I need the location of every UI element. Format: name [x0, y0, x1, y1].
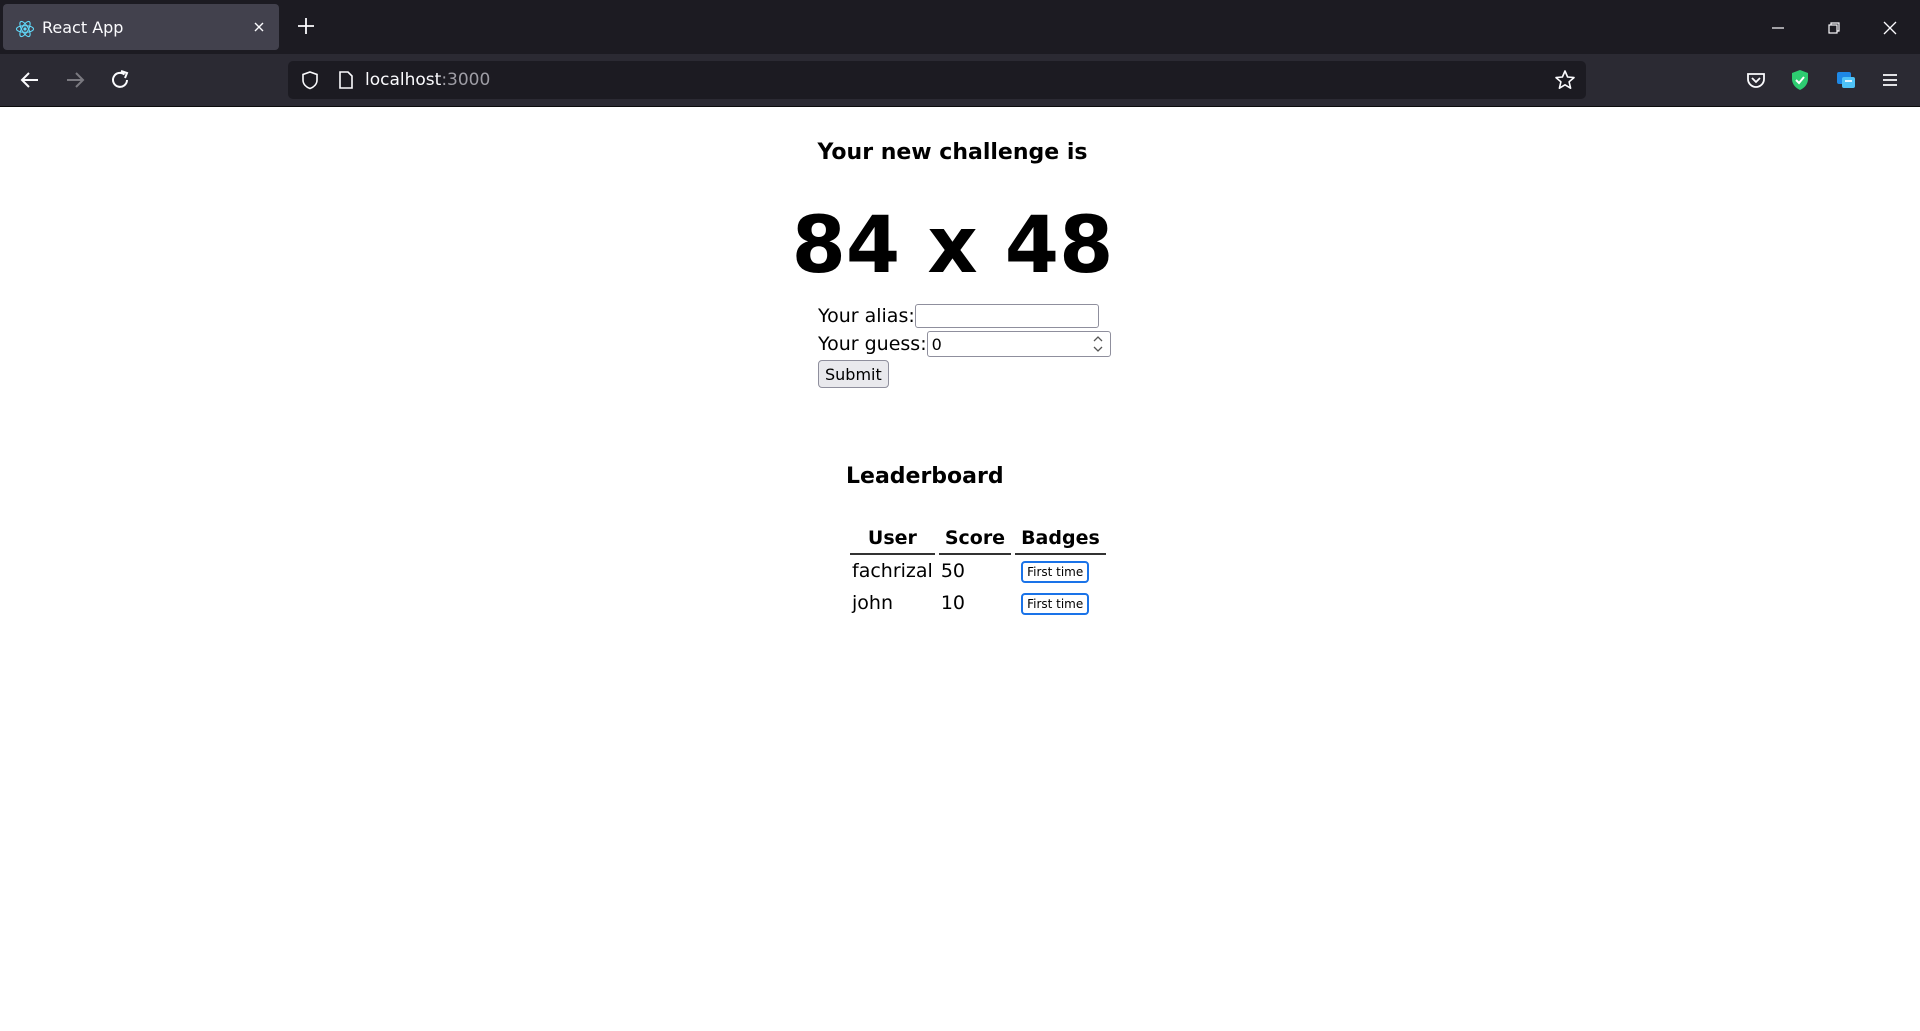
guess-form: Your alias: Your guess: Submit: [818, 302, 1111, 388]
column-header-badges: Badges: [1015, 519, 1106, 555]
plus-icon[interactable]: [294, 14, 318, 38]
badge: First time: [1021, 561, 1090, 583]
score-cell: 10: [940, 592, 965, 614]
badges-cell: First time: [1015, 555, 1106, 587]
restore-icon[interactable]: [1822, 16, 1846, 40]
badges-cell: First time: [1015, 587, 1106, 619]
page-icon[interactable]: [336, 70, 356, 90]
leaderboard-table: User Score Badges fachrizal 50 First tim…: [846, 519, 1110, 619]
table-row: fachrizal 50 First time: [850, 555, 1106, 587]
browser-tab-bar: React App: [0, 0, 1920, 54]
close-window-icon[interactable]: [1878, 16, 1902, 40]
user-cell: john: [852, 592, 893, 614]
tab-react-app[interactable]: React App: [3, 4, 279, 50]
react-icon: [15, 20, 35, 38]
submit-button[interactable]: Submit: [818, 360, 889, 388]
table-header-row: User Score Badges: [850, 519, 1106, 555]
tab-title: React App: [42, 18, 124, 37]
challenge-title: Your new challenge is: [817, 140, 1088, 165]
table-row: john 10 First time: [850, 587, 1106, 619]
browser-toolbar: localhost:3000: [0, 54, 1920, 107]
reload-icon[interactable]: [107, 67, 133, 93]
user-cell: fachrizal: [852, 560, 933, 582]
guess-input[interactable]: [926, 331, 1111, 357]
star-icon[interactable]: [1554, 69, 1576, 91]
close-icon[interactable]: [249, 17, 269, 37]
url-host: localhost: [365, 70, 442, 90]
leaderboard-title: Leaderboard: [846, 464, 1004, 489]
pocket-icon[interactable]: [1744, 68, 1768, 92]
url-text[interactable]: localhost:3000: [365, 70, 490, 90]
badge: First time: [1021, 593, 1090, 615]
guess-row: Your guess:: [818, 330, 1111, 358]
guess-label: Your guess:: [818, 333, 927, 355]
shield-icon[interactable]: [300, 70, 320, 90]
hamburger-icon[interactable]: [1878, 68, 1902, 92]
guess-field: [926, 331, 1111, 357]
alias-row: Your alias:: [818, 302, 1111, 330]
score-cell: 50: [940, 560, 965, 582]
spinner-icon[interactable]: [1089, 333, 1107, 355]
arrow-left-icon[interactable]: [17, 67, 43, 93]
arrow-right-icon[interactable]: [62, 67, 88, 93]
challenge-factors: 84 x 48: [791, 201, 1114, 291]
url-bar[interactable]: localhost:3000: [288, 61, 1586, 99]
minimize-icon[interactable]: [1766, 16, 1790, 40]
url-port: :3000: [441, 70, 491, 90]
shield-check-icon[interactable]: [1788, 68, 1812, 92]
page-content: Your new challenge is 84 x 48 Your alias…: [0, 107, 1920, 1031]
column-header-user: User: [850, 519, 935, 555]
alias-input[interactable]: [914, 304, 1099, 328]
alias-label: Your alias:: [818, 305, 915, 327]
translate-icon[interactable]: [1834, 68, 1858, 92]
column-header-score: Score: [938, 519, 1012, 555]
